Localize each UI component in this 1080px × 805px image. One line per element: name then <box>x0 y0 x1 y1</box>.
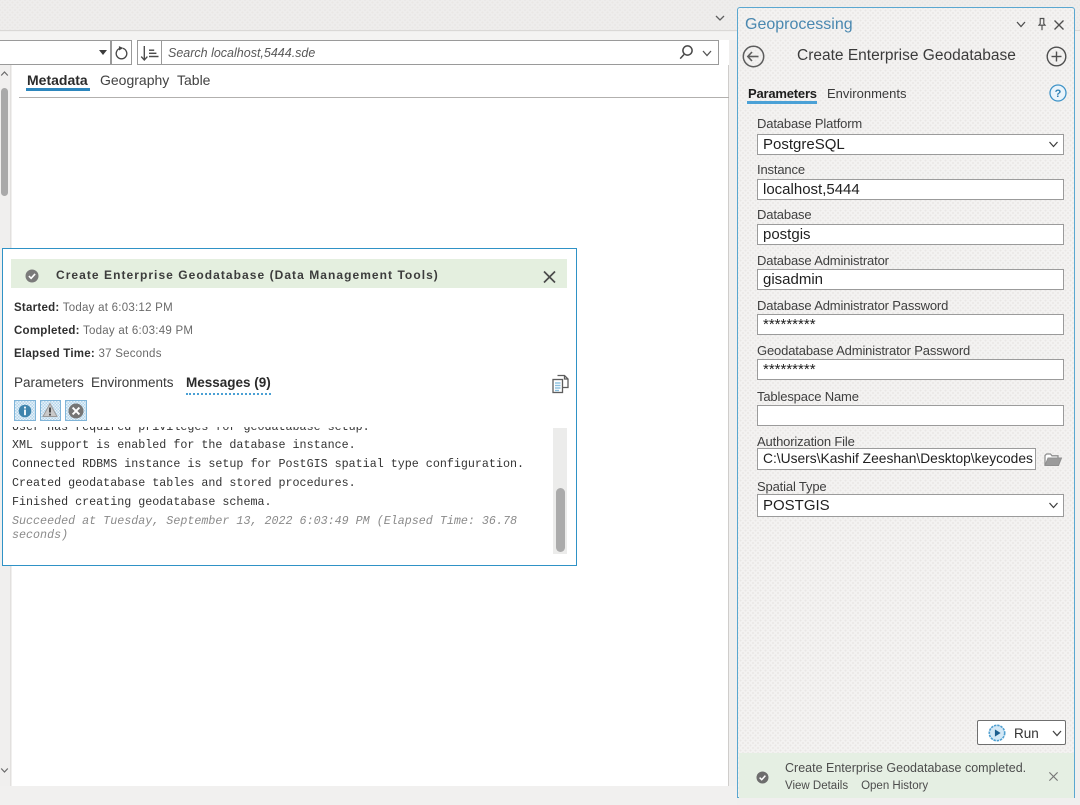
svg-text:?: ? <box>1055 88 1062 100</box>
